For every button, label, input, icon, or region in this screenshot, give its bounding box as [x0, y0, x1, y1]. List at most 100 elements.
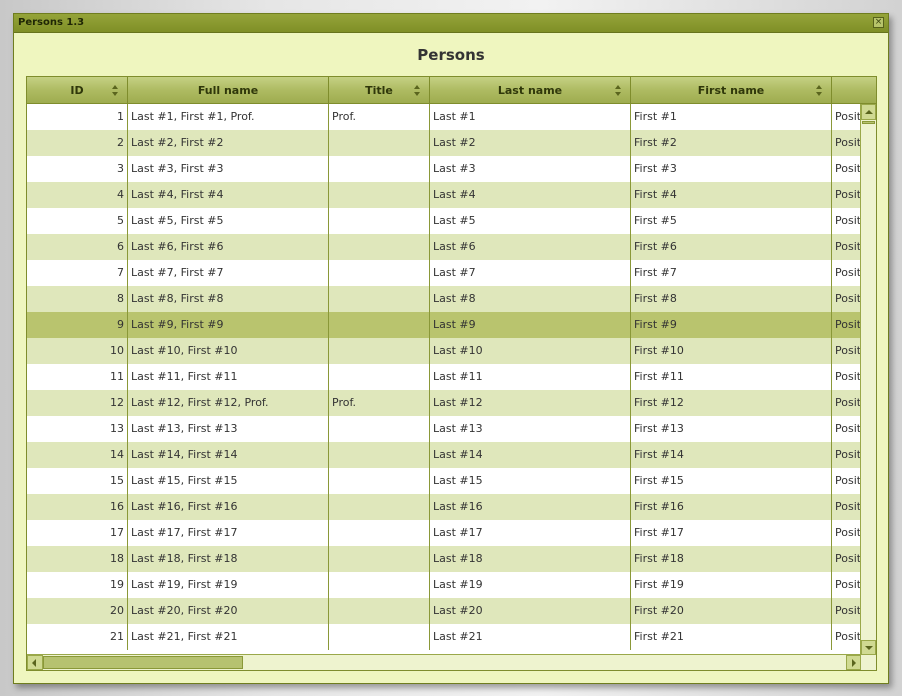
cell-full-name: Last #4, First #4	[128, 182, 329, 208]
horizontal-scroll-thumb[interactable]	[43, 656, 243, 669]
table-row[interactable]: 3 Last #3, First #3 Last #3 First #3 Posit	[27, 156, 862, 182]
cell-position: Posit	[835, 110, 862, 123]
cell-id: 21	[27, 624, 128, 650]
cell-position: Posit	[835, 396, 862, 409]
table-body: 1 Last #1, First #1, Prof. Prof. Last #1 Fir…	[27, 104, 862, 656]
vertical-scrollbar[interactable]	[860, 104, 876, 656]
cell-position: Posit	[835, 318, 862, 331]
cell-id: 2	[27, 130, 128, 156]
table-row[interactable]: 8 Last #8, First #8 Last #8 First #8 Posit	[27, 286, 862, 312]
cell-position: Posit	[835, 578, 862, 591]
cell-position: Posit	[835, 214, 862, 227]
table-row[interactable]: 11 Last #11, First #11 Last #11 First #11 Po…	[27, 364, 862, 390]
cell-position: Posit	[835, 162, 862, 175]
cell-first-name: First #4	[631, 182, 832, 208]
column-header-last-name[interactable]: Last name	[430, 77, 631, 104]
table-row[interactable]: 2 Last #2, First #2 Last #2 First #2 Posit	[27, 130, 862, 156]
sort-icon[interactable]	[112, 85, 119, 96]
cell-id: 18	[27, 546, 128, 572]
cell-title	[329, 130, 430, 156]
column-header-label: Full name	[197, 84, 259, 97]
cell-last-name: Last #18	[430, 546, 631, 572]
cell-last-name: Last #8	[430, 286, 631, 312]
table-row[interactable]: 15 Last #15, First #15 Last #15 First #15 Po…	[27, 468, 862, 494]
cell-position: Posit	[835, 188, 862, 201]
sort-icon[interactable]	[816, 85, 823, 96]
cell-title	[329, 182, 430, 208]
column-header-label: Title	[365, 84, 393, 97]
cell-first-name: First #3	[631, 156, 832, 182]
cell-first-name: First #13	[631, 416, 832, 442]
cell-first-name: First #7	[631, 260, 832, 286]
cell-title	[329, 598, 430, 624]
table-header: ID Full name Title Last name First name	[27, 77, 876, 104]
table-row[interactable]: 10 Last #10, First #10 Last #10 First #10 Po…	[27, 338, 862, 364]
window-titlebar[interactable]: Persons 1.3 ×	[14, 14, 888, 33]
cell-full-name: Last #17, First #17	[128, 520, 329, 546]
cell-position: Posit	[835, 136, 862, 149]
table-row[interactable]: 13 Last #13, First #13 Last #13 First #13 Po…	[27, 416, 862, 442]
cell-id: 19	[27, 572, 128, 598]
cell-title	[329, 286, 430, 312]
cell-title	[329, 546, 430, 572]
table-row[interactable]: 16 Last #16, First #16 Last #16 First #16 Po…	[27, 494, 862, 520]
cell-first-name: First #10	[631, 338, 832, 364]
cell-last-name: Last #3	[430, 156, 631, 182]
cell-first-name: First #2	[631, 130, 832, 156]
cell-full-name: Last #15, First #15	[128, 468, 329, 494]
cell-id: 7	[27, 260, 128, 286]
cell-id: 16	[27, 494, 128, 520]
table-row[interactable]: 5 Last #5, First #5 Last #5 First #5 Posit	[27, 208, 862, 234]
cell-last-name: Last #16	[430, 494, 631, 520]
column-header-full-name[interactable]: Full name	[128, 77, 329, 104]
close-icon[interactable]: ×	[873, 17, 884, 28]
cell-id: 20	[27, 598, 128, 624]
cell-id: 10	[27, 338, 128, 364]
table-row[interactable]: 21 Last #21, First #21 Last #21 First #21 Po…	[27, 624, 862, 650]
table-row[interactable]: 6 Last #6, First #6 Last #6 First #6 Posit	[27, 234, 862, 260]
table-row[interactable]: 1 Last #1, First #1, Prof. Prof. Last #1 Fir…	[27, 104, 862, 130]
scroll-left-button[interactable]	[27, 655, 43, 670]
scroll-up-button[interactable]	[861, 104, 876, 120]
sort-icon[interactable]	[615, 85, 622, 96]
table-row[interactable]: 18 Last #18, First #18 Last #18 First #18 Po…	[27, 546, 862, 572]
cell-title	[329, 312, 430, 338]
cell-last-name: Last #19	[430, 572, 631, 598]
cell-first-name: First #5	[631, 208, 832, 234]
table-row[interactable]: 14 Last #14, First #14 Last #14 First #14 Po…	[27, 442, 862, 468]
cell-id: 9	[27, 312, 128, 338]
cell-position: Posit	[835, 422, 862, 435]
cell-full-name: Last #21, First #21	[128, 624, 329, 650]
cell-id: 5	[27, 208, 128, 234]
column-header-first-name[interactable]: First name	[631, 77, 832, 104]
cell-last-name: Last #11	[430, 364, 631, 390]
cell-full-name: Last #18, First #18	[128, 546, 329, 572]
table-row[interactable]: 20 Last #20, First #20 Last #20 First #20 Po…	[27, 598, 862, 624]
vertical-scroll-thumb[interactable]	[862, 121, 875, 124]
cell-id: 12	[27, 390, 128, 416]
cell-last-name: Last #21	[430, 624, 631, 650]
table-row[interactable]: 4 Last #4, First #4 Last #4 First #4 Posit	[27, 182, 862, 208]
column-header-position[interactable]	[832, 77, 876, 104]
table-row[interactable]: 17 Last #17, First #17 Last #17 First #17 Po…	[27, 520, 862, 546]
cell-first-name: First #18	[631, 546, 832, 572]
cell-position: Posit	[835, 526, 862, 539]
cell-last-name: Last #12	[430, 390, 631, 416]
table-row[interactable]: 19 Last #19, First #19 Last #19 First #19 Po…	[27, 572, 862, 598]
cell-full-name: Last #7, First #7	[128, 260, 329, 286]
persons-window: Persons 1.3 × Persons ID Full name Title…	[13, 13, 889, 684]
cell-last-name: Last #6	[430, 234, 631, 260]
cell-title	[329, 494, 430, 520]
cell-first-name: First #19	[631, 572, 832, 598]
sort-icon[interactable]	[414, 85, 421, 96]
cell-position: Posit	[835, 370, 862, 383]
table-row[interactable]: 12 Last #12, First #12, Prof. Prof. Last #1…	[27, 390, 862, 416]
table-row[interactable]: 7 Last #7, First #7 Last #7 First #7 Posit	[27, 260, 862, 286]
cell-last-name: Last #5	[430, 208, 631, 234]
horizontal-scrollbar[interactable]	[27, 654, 876, 670]
table-row[interactable]: 9 Last #9, First #9 Last #9 First #9 Posit	[27, 312, 862, 338]
column-header-title[interactable]: Title	[329, 77, 430, 104]
column-header-id[interactable]: ID	[27, 77, 128, 104]
arrow-down-icon	[865, 646, 873, 650]
cell-title	[329, 260, 430, 286]
